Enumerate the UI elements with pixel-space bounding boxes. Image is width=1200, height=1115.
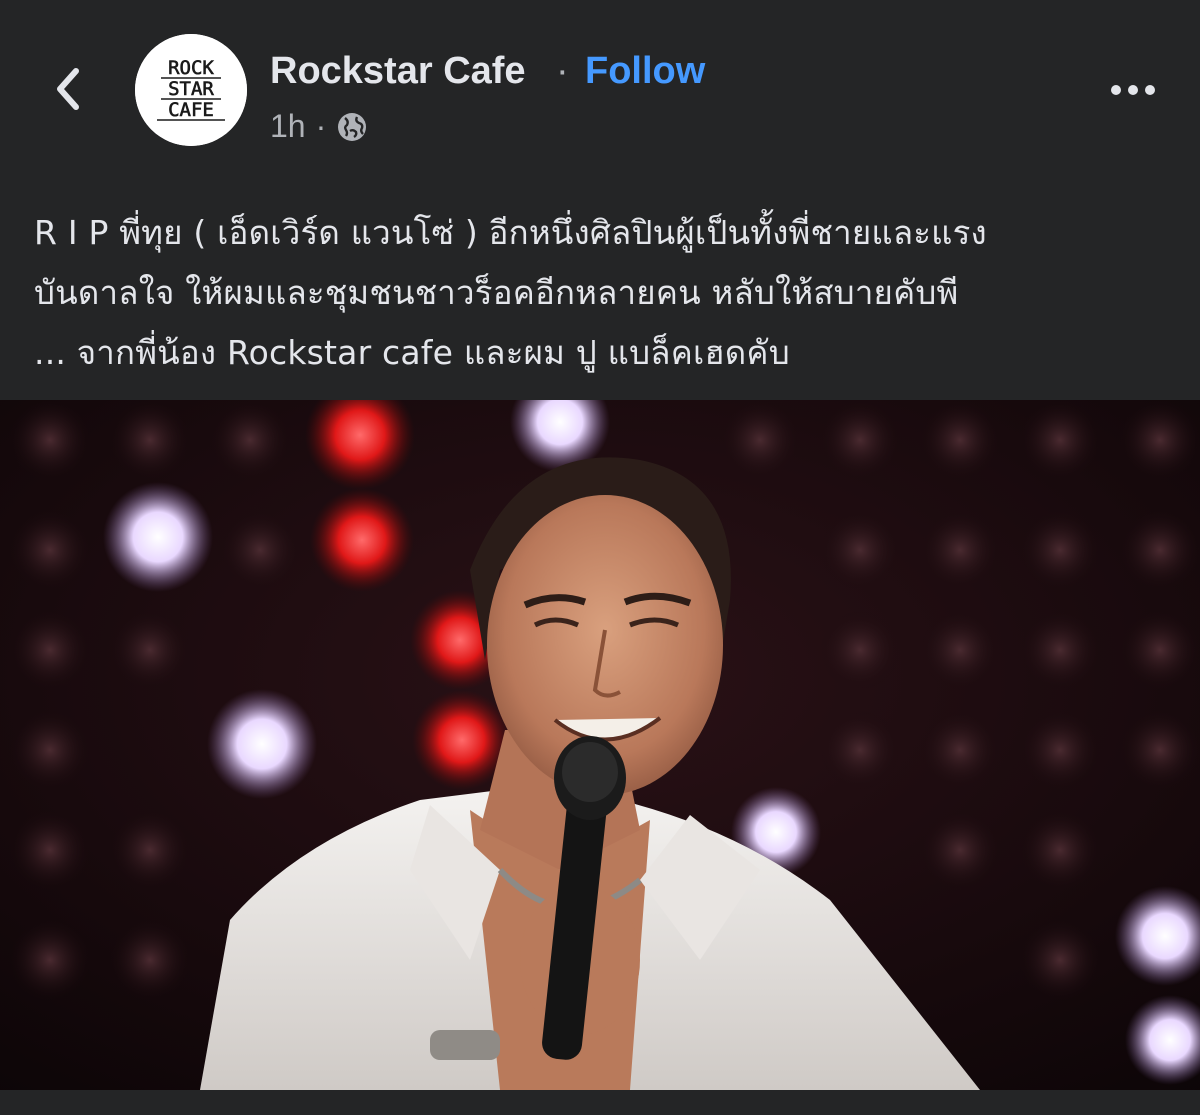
post-meta: 1h · [270, 108, 368, 145]
meta-separator: · [315, 108, 327, 144]
page-avatar[interactable]: ROCK STAR CAFE [135, 34, 247, 146]
post-text-line: ... จากพี่น้อง Rockstar cafe และผม ปู แบ… [34, 333, 790, 372]
more-dot-icon [1111, 85, 1121, 95]
globe-icon [338, 112, 367, 141]
more-dot-icon [1145, 85, 1155, 95]
post-header: ROCK STAR CAFE Rockstar Cafe · Follow 1h… [0, 0, 1200, 170]
back-button[interactable] [40, 62, 94, 116]
post-timestamp[interactable]: 1h [270, 108, 306, 145]
follow-button[interactable]: Follow [585, 50, 705, 93]
chevron-left-icon [57, 68, 79, 110]
post-text-line: R I P พี่ทุย ( เอ็ดเวิร์ด แวนโซ่ ) อีกหน… [34, 213, 987, 252]
name-separator: · [556, 50, 569, 92]
svg-text:STAR: STAR [168, 78, 214, 100]
page-name[interactable]: Rockstar Cafe [270, 50, 526, 93]
post-text-line: บันดาลใจ ให้ผมและชุมชนชาวร็อคอีกหลายคน ห… [34, 273, 959, 312]
svg-text:ROCK: ROCK [168, 57, 214, 79]
more-dot-icon [1128, 85, 1138, 95]
more-options-button[interactable] [1100, 70, 1166, 110]
post-photo[interactable] [0, 400, 1200, 1090]
post-text: R I P พี่ทุย ( เอ็ดเวิร์ด แวนโซ่ ) อีกหน… [34, 203, 1174, 383]
concert-photo-illustration [0, 400, 1200, 1090]
bottom-bar [0, 1090, 1200, 1115]
rockstar-cafe-logo: ROCK STAR CAFE [135, 34, 247, 146]
svg-text:CAFE: CAFE [168, 99, 214, 121]
